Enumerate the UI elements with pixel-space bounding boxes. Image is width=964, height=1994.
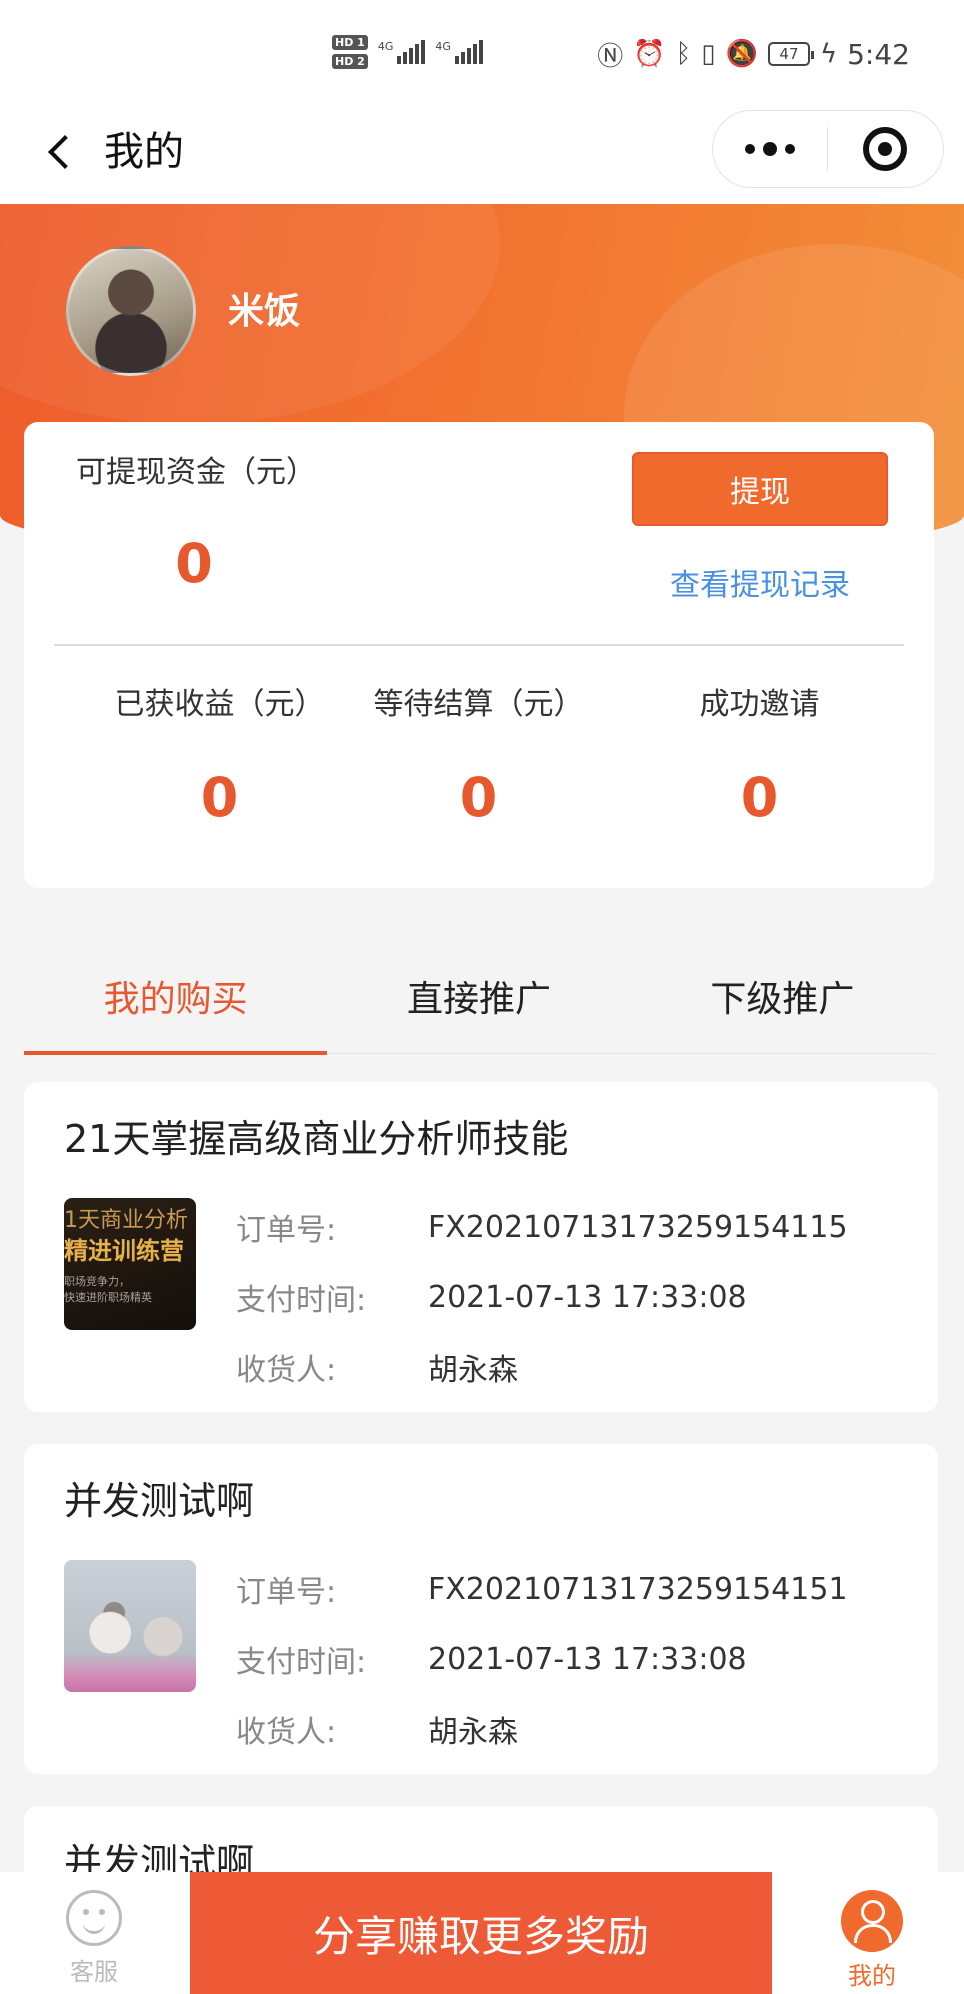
miniprogram-capsule bbox=[712, 110, 944, 188]
status-bar: HD 1 HD 2 4G 4G Ⓝ ⏰ ᛒ ▯ 🔕 47 ϟ 5:42 bbox=[0, 0, 964, 100]
more-icon[interactable] bbox=[713, 111, 827, 187]
alarm-icon: ⏰ bbox=[633, 39, 666, 69]
withdraw-button[interactable]: 提现 bbox=[632, 452, 888, 526]
receiver-value: 胡永森 bbox=[428, 1353, 518, 1388]
customer-service-button[interactable]: 客服 bbox=[56, 1890, 132, 1987]
order-card[interactable]: 并发测试啊 订单号: FX20210713173259154151 支付时间: … bbox=[24, 1444, 938, 1774]
back-button[interactable] bbox=[30, 122, 90, 182]
stat-invites: 成功邀请 0 bbox=[618, 684, 901, 830]
order-title: 21天掌握高级商业分析师技能 bbox=[64, 1117, 569, 1161]
user-icon bbox=[841, 1890, 903, 1952]
thumb-text: 1天商业分析 bbox=[64, 1208, 188, 1233]
order-thumbnail: 1天商业分析 精进训练营 职场竞争力， 快速进阶职场精英 bbox=[64, 1198, 196, 1330]
order-title: 并发测试啊 bbox=[64, 1479, 255, 1523]
vibrate-icon: ▯ bbox=[701, 39, 716, 69]
pay-time-label: 支付时间: bbox=[236, 1283, 367, 1318]
bluetooth-icon: ᛒ bbox=[675, 39, 692, 69]
customer-service-label: 客服 bbox=[70, 1958, 118, 1986]
thumb-text: 快速进阶职场精英 bbox=[64, 1291, 152, 1304]
nav-bar: 我的 bbox=[0, 100, 964, 204]
stat-label: 等待结算（元） bbox=[373, 687, 584, 722]
stat-label: 已获收益（元） bbox=[114, 687, 325, 722]
thumb-text: 精进训练营 bbox=[64, 1237, 184, 1265]
order-card[interactable]: 21天掌握高级商业分析师技能 1天商业分析 精进训练营 职场竞争力， 快速进阶职… bbox=[24, 1082, 938, 1412]
clock: 5:42 bbox=[847, 37, 910, 71]
network-indicators: HD 1 HD 2 4G 4G bbox=[332, 30, 483, 74]
chevron-left-icon bbox=[48, 135, 82, 169]
stat-value: 0 bbox=[740, 766, 779, 829]
network-type-2: 4G bbox=[435, 40, 451, 53]
stat-value: 0 bbox=[459, 766, 498, 829]
stat-earned: 已获收益（元） 0 bbox=[78, 684, 361, 830]
pay-time-value: 2021-07-13 17:33:08 bbox=[428, 1279, 747, 1315]
withdrawable-amount: 0 bbox=[175, 532, 213, 595]
wallet-card: 可提现资金（元） 0 提现 查看提现记录 已获收益（元） 0 等待结算（元） 0… bbox=[24, 422, 934, 888]
user-name: 米饭 bbox=[228, 291, 301, 332]
thumb-text: 职场竞争力， bbox=[64, 1275, 130, 1288]
tab-bar: 我的购买 直接推广 下级推广 bbox=[24, 950, 934, 1055]
share-button[interactable]: 分享赚取更多奖励 bbox=[190, 1872, 772, 1994]
avatar[interactable] bbox=[66, 246, 196, 376]
order-details: 订单号: FX20210713173259154151 支付时间: 2021-0… bbox=[236, 1554, 848, 1764]
signal-icon: 4G bbox=[378, 40, 426, 64]
network-type-1: 4G bbox=[377, 40, 394, 53]
order-thumbnail bbox=[64, 1560, 196, 1692]
pay-time-value: 2021-07-13 17:33:08 bbox=[428, 1641, 747, 1677]
order-details: 订单号: FX20210713173259154115 支付时间: 2021-0… bbox=[236, 1192, 848, 1402]
mine-tab-button[interactable]: 我的 bbox=[836, 1890, 908, 1991]
stat-value: 0 bbox=[200, 766, 239, 829]
close-miniprogram-icon[interactable] bbox=[828, 111, 944, 187]
bottom-bar: 客服 分享赚取更多奖励 我的 bbox=[0, 1872, 964, 1994]
tab-sub-promotion[interactable]: 下级推广 bbox=[631, 950, 934, 1053]
charging-icon: ϟ bbox=[819, 39, 838, 69]
system-indicators: Ⓝ ⏰ ᛒ ▯ 🔕 47 ϟ 5:42 bbox=[597, 34, 910, 74]
divider bbox=[54, 644, 904, 646]
signal-icon: 4G bbox=[435, 40, 483, 64]
order-no-value: FX20210713173259154115 bbox=[428, 1209, 848, 1245]
receiver-label: 收货人: bbox=[236, 1715, 337, 1750]
mine-label: 我的 bbox=[848, 1962, 896, 1990]
stat-pending: 等待结算（元） 0 bbox=[337, 684, 620, 830]
order-no-label: 订单号: bbox=[236, 1575, 337, 1610]
battery-icon: 47 bbox=[767, 42, 814, 66]
withdraw-record-link[interactable]: 查看提现记录 bbox=[632, 564, 888, 608]
stat-label: 成功邀请 bbox=[699, 687, 820, 722]
order-no-value: FX20210713173259154151 bbox=[428, 1571, 848, 1607]
pay-time-label: 支付时间: bbox=[236, 1645, 367, 1680]
receiver-value: 胡永森 bbox=[428, 1715, 518, 1750]
hd2-badge: HD 2 bbox=[332, 54, 368, 69]
mute-bell-icon: 🔕 bbox=[725, 39, 758, 69]
smile-icon bbox=[66, 1890, 122, 1946]
tab-direct-promotion[interactable]: 直接推广 bbox=[327, 950, 630, 1053]
receiver-label: 收货人: bbox=[236, 1353, 337, 1388]
nfc-icon: Ⓝ bbox=[597, 41, 624, 72]
withdrawable-label: 可提现资金（元） bbox=[76, 455, 316, 490]
page-title: 我的 bbox=[104, 129, 184, 175]
tab-my-purchases[interactable]: 我的购买 bbox=[24, 950, 328, 1055]
order-no-label: 订单号: bbox=[236, 1213, 337, 1248]
hd1-badge: HD 1 bbox=[332, 35, 368, 50]
